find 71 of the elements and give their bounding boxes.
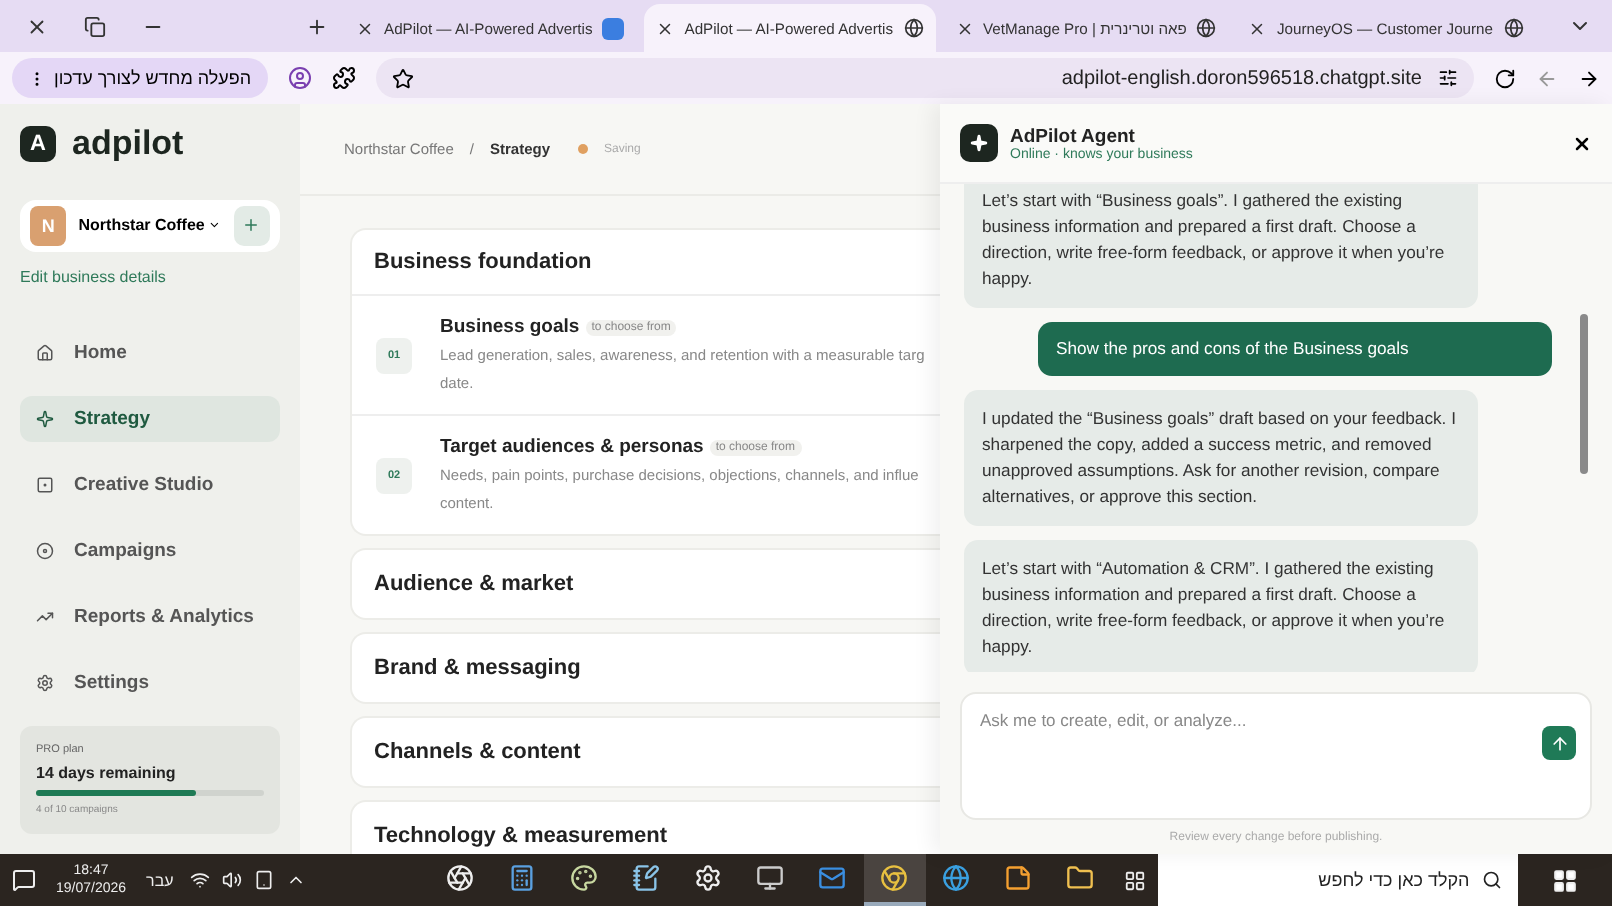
chevron-down-icon[interactable] [208, 218, 222, 233]
arrow-up-icon [1549, 733, 1569, 753]
section-title[interactable]: Channels & content [352, 718, 940, 786]
days-remaining: 14 days remaining [36, 764, 178, 783]
section-title[interactable]: Audience & market [352, 550, 940, 618]
forward-icon[interactable] [1578, 67, 1600, 89]
close-icon[interactable] [26, 15, 48, 37]
plus-icon [242, 216, 261, 235]
add-button[interactable] [233, 205, 271, 246]
sparkle-icon [36, 409, 54, 428]
task-view-icon[interactable] [1123, 869, 1146, 891]
close-icon[interactable] [1248, 19, 1267, 37]
scrollbar[interactable] [1580, 314, 1588, 474]
square-icon [36, 475, 54, 494]
settings-icon[interactable] [1438, 68, 1458, 88]
agent-message: Let’s start with “Automation & CRM”. I gathered the existing business information and prepared a first draft. Choose a direction, write free-form feedback, or approve it when you’re happy. [964, 540, 1478, 672]
notification-icon[interactable] [12, 868, 36, 892]
settings-icon [36, 673, 54, 692]
disc-icon [36, 541, 54, 560]
volume-icon[interactable] [221, 870, 242, 890]
agent-message: Let’s start with “Business goals”. I gathered the existing business information and prepared a first draft. Choose a direction, write free-form feedback, or approve it when you’re happy. [964, 184, 1478, 308]
business-card[interactable]: N Northstar Coffee [20, 200, 280, 252]
new-tab-icon[interactable] [306, 15, 328, 37]
language-indicator[interactable]: עבר [146, 871, 174, 889]
user-message: Show the pros and cons of the Business goals [1038, 322, 1552, 376]
globe-icon [903, 18, 924, 38]
logo: A [20, 126, 56, 162]
close-icon[interactable] [1572, 133, 1592, 153]
browser-icon[interactable] [863, 854, 926, 906]
star-icon[interactable] [391, 67, 414, 89]
agent-logo [960, 124, 998, 162]
business-name: Northstar Coffee [78, 216, 205, 235]
send-button[interactable] [1542, 726, 1576, 760]
back-icon[interactable] [1536, 67, 1558, 89]
windows-icon[interactable] [1551, 867, 1578, 893]
nav-item[interactable]: Settings [20, 659, 280, 707]
search-field[interactable]: הקלד כאן כדי לחפש [1157, 854, 1518, 906]
agent-message: I updated the “Business goals” draft based on your feedback. I sharpened the copy, added a success metric, and removed unapproved assumptions. Ask for another revision, compare alternatives, or approve this section. [964, 390, 1478, 526]
close-icon[interactable] [656, 19, 675, 37]
profile-icon[interactable] [287, 66, 312, 90]
tablet-icon[interactable] [253, 870, 274, 890]
wifi-icon[interactable] [189, 870, 210, 890]
url-text: adpilot-english.doron596518.chatgpt.site [1059, 67, 1422, 89]
edit-business-link[interactable]: Edit business details [20, 267, 280, 286]
brand-name: adpilot [72, 124, 184, 164]
status-dot [578, 144, 588, 154]
step-title[interactable]: Target audiences & personas [440, 436, 704, 458]
reload-icon[interactable] [1494, 67, 1516, 89]
section-title[interactable]: Technology & measurement [352, 802, 940, 854]
restart-button[interactable]: הפעלה מחדש לצורך עדכון [12, 58, 268, 98]
section-title[interactable]: Brand & messaging [352, 634, 940, 702]
address-bar[interactable]: adpilot-english.doron596518.chatgpt.site [375, 58, 1474, 98]
app-icon [602, 17, 625, 39]
nav-item[interactable]: Campaigns [20, 527, 280, 574]
extension-icon[interactable] [331, 66, 356, 90]
nav-item[interactable]: Home [20, 329, 280, 376]
chat-input[interactable]: Ask me to create, edit, or analyze... [960, 692, 1592, 820]
close-icon[interactable] [955, 19, 974, 37]
close-icon[interactable] [356, 19, 374, 37]
restore-icon[interactable] [84, 15, 106, 37]
search-icon [1481, 870, 1502, 890]
business-avatar: N [30, 205, 67, 246]
nav-item[interactable]: Strategy [20, 395, 280, 442]
trend-icon [36, 607, 54, 626]
agent-title: AdPilot Agent [1010, 125, 1137, 147]
step-title[interactable]: Business goals [440, 316, 580, 338]
globe-icon [1503, 18, 1523, 38]
home-icon [36, 343, 54, 362]
nav-item[interactable]: Reports & Analytics [20, 593, 280, 640]
nav-item[interactable]: Creative Studio [20, 461, 280, 508]
globe-icon [1196, 18, 1217, 38]
